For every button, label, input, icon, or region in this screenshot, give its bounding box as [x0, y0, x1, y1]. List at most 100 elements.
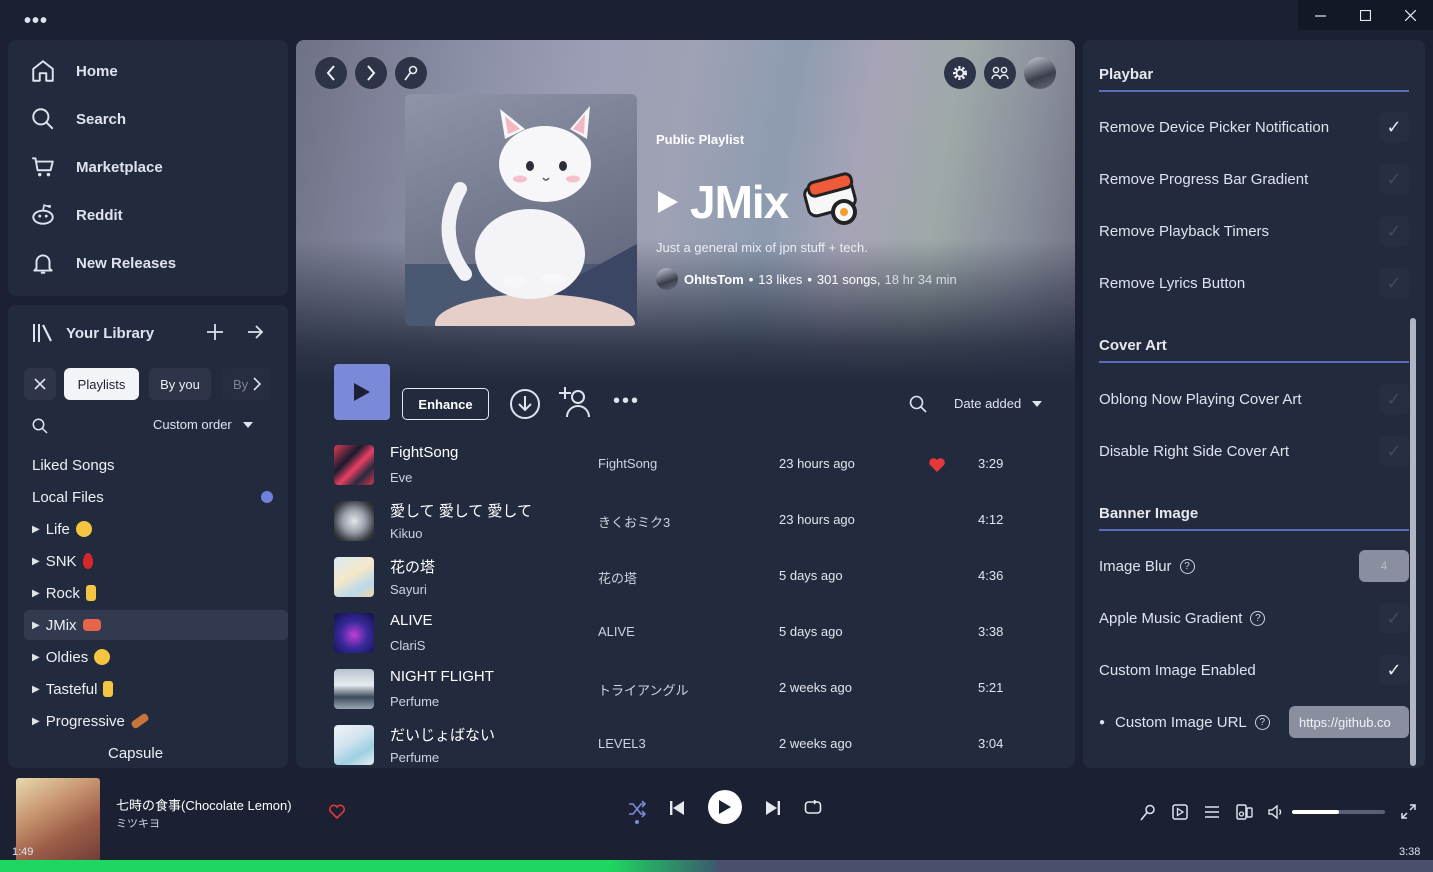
track-album[interactable]: ALIVE	[598, 624, 635, 639]
library-title[interactable]: Your Library	[66, 325, 154, 342]
library-item-capsule[interactable]: Capsule	[24, 738, 288, 768]
checkbox-unchecked[interactable]: ✓	[1379, 436, 1409, 466]
volume-slider[interactable]	[1292, 810, 1385, 814]
settings-scrollbar[interactable]	[1410, 318, 1416, 766]
image-blur-input[interactable]: 4	[1359, 550, 1409, 582]
search-icon[interactable]	[909, 395, 927, 413]
track-row[interactable]: NIGHT FLIGHT Perfume トライアングル 2 weeks ago…	[332, 664, 1052, 720]
help-icon[interactable]: ?	[1250, 610, 1266, 626]
track-artist[interactable]: Perfume	[390, 694, 439, 709]
now-playing-artist[interactable]: ミツキヨ	[116, 815, 160, 831]
app-menu-button[interactable]: •••	[24, 10, 48, 33]
nav-search[interactable]: Search	[30, 101, 126, 137]
chip-playlists[interactable]: Playlists	[64, 368, 139, 400]
lyrics-button[interactable]	[395, 57, 427, 89]
shuffle-icon[interactable]	[628, 800, 646, 818]
download-icon[interactable]	[509, 388, 541, 420]
track-duration: 4:12	[978, 512, 1004, 527]
arrow-right-icon[interactable]	[246, 323, 264, 341]
checkbox-unchecked[interactable]: ✓	[1379, 384, 1409, 414]
checkbox-unchecked[interactable]: ✓	[1379, 164, 1409, 194]
track-album[interactable]: FightSong	[598, 456, 657, 471]
repeat-icon[interactable]	[804, 800, 822, 816]
nav-home-label: Home	[76, 62, 118, 80]
checkbox-checked[interactable]: ✓	[1379, 112, 1409, 142]
library-icon[interactable]	[32, 323, 54, 343]
track-album[interactable]: 花の塔	[598, 568, 637, 587]
separator-dot: •	[748, 271, 754, 287]
library-item-rock[interactable]: ▶ Rock	[24, 578, 288, 608]
volume-icon[interactable]	[1268, 804, 1284, 820]
track-row[interactable]: 愛して 愛して 愛して Kikuo きくおミク3 23 hours ago 4:…	[332, 496, 1052, 552]
next-track-icon[interactable]	[765, 800, 781, 816]
playlist-owner[interactable]: OhItsTom	[684, 272, 744, 287]
sort-dropdown[interactable]: Date added	[954, 396, 1043, 411]
fullscreen-icon[interactable]	[1401, 804, 1416, 819]
nav-home[interactable]: Home	[30, 53, 118, 89]
nav-marketplace[interactable]: Marketplace	[30, 149, 163, 185]
user-avatar[interactable]	[1024, 57, 1056, 89]
back-button[interactable]	[315, 57, 347, 89]
library-item-tasteful[interactable]: ▶ Tasteful	[24, 674, 288, 704]
forward-button[interactable]	[355, 57, 387, 89]
library-item-oldies[interactable]: ▶ Oldies	[24, 642, 288, 672]
play-pause-button[interactable]	[708, 790, 742, 824]
chip-by-you[interactable]: By you	[149, 368, 211, 400]
clear-filter-button[interactable]	[24, 368, 56, 400]
library-item-label: Progressive	[45, 712, 125, 730]
library-item-local-files[interactable]: Local Files	[24, 482, 288, 512]
library-item-jmix[interactable]: ▶ JMix	[24, 610, 288, 640]
microphone-icon[interactable]	[1139, 804, 1156, 821]
connect-device-icon[interactable]	[1236, 804, 1253, 820]
library-item-progressive[interactable]: ▶ Progressive	[24, 706, 288, 736]
previous-track-icon[interactable]	[669, 800, 685, 816]
checkbox-unchecked[interactable]: ✓	[1379, 603, 1409, 633]
minimize-button[interactable]	[1298, 0, 1343, 30]
checkbox-checked[interactable]: ✓	[1379, 655, 1409, 685]
now-playing-view-icon[interactable]	[1172, 804, 1188, 820]
track-artist[interactable]: ClariS	[390, 638, 425, 653]
track-artist[interactable]: Eve	[390, 470, 412, 485]
maximize-button[interactable]	[1343, 0, 1388, 30]
track-row[interactable]: だいじょばない Perfume LEVEL3 2 weeks ago 3:04	[332, 720, 1052, 768]
friends-button[interactable]	[984, 57, 1016, 89]
close-button[interactable]	[1388, 0, 1433, 30]
add-icon[interactable]	[206, 323, 224, 341]
help-icon[interactable]: ?	[1179, 558, 1195, 574]
track-artist[interactable]: Perfume	[390, 750, 439, 765]
track-album[interactable]: トライアングル	[598, 680, 688, 699]
track-artist[interactable]: Sayuri	[390, 582, 427, 597]
nav-new-releases-label: New Releases	[76, 254, 177, 272]
play-button[interactable]	[334, 364, 390, 420]
search-icon[interactable]	[32, 418, 48, 434]
track-duration: 3:38	[978, 624, 1004, 639]
nav-new-releases[interactable]: New Releases	[30, 245, 176, 281]
track-row[interactable]: 花の塔 Sayuri 花の塔 5 days ago 4:36	[332, 552, 1052, 608]
heart-icon[interactable]	[928, 457, 946, 473]
library-item-life[interactable]: ▶ Life	[24, 514, 288, 544]
chip-more[interactable]: By	[221, 368, 271, 400]
more-options-button[interactable]: •••	[613, 390, 640, 413]
smile-emoji-icon	[75, 521, 92, 537]
checkbox-unchecked[interactable]: ✓	[1379, 216, 1409, 246]
track-album[interactable]: きくおミク3	[598, 512, 670, 531]
enhance-button[interactable]: Enhance	[402, 388, 489, 420]
track-row[interactable]: FightSong Eve FightSong 23 hours ago 3:2…	[332, 440, 1052, 496]
queue-icon[interactable]	[1204, 804, 1220, 820]
library-item-snk[interactable]: ▶ SNK	[24, 546, 288, 576]
nav-reddit[interactable]: Reddit	[30, 197, 123, 233]
heart-outline-icon[interactable]	[329, 804, 345, 819]
custom-image-url-input[interactable]: https://github.co	[1289, 706, 1409, 738]
add-user-icon[interactable]	[559, 385, 593, 419]
track-row[interactable]: ALIVE ClariS ALIVE 5 days ago 3:38	[332, 608, 1052, 664]
now-playing-title[interactable]: 七時の食事(Chocolate Lemon)	[116, 795, 292, 814]
library-item-liked-songs[interactable]: Liked Songs	[24, 450, 288, 480]
checkbox-unchecked[interactable]: ✓	[1379, 268, 1409, 298]
sort-dropdown[interactable]: Custom order	[153, 417, 254, 432]
settings-button[interactable]	[944, 57, 976, 89]
track-art	[334, 557, 374, 597]
help-icon[interactable]: ?	[1254, 714, 1270, 730]
track-album[interactable]: LEVEL3	[598, 736, 646, 751]
track-artist[interactable]: Kikuo	[390, 526, 423, 541]
chevron-left-icon	[326, 65, 335, 81]
